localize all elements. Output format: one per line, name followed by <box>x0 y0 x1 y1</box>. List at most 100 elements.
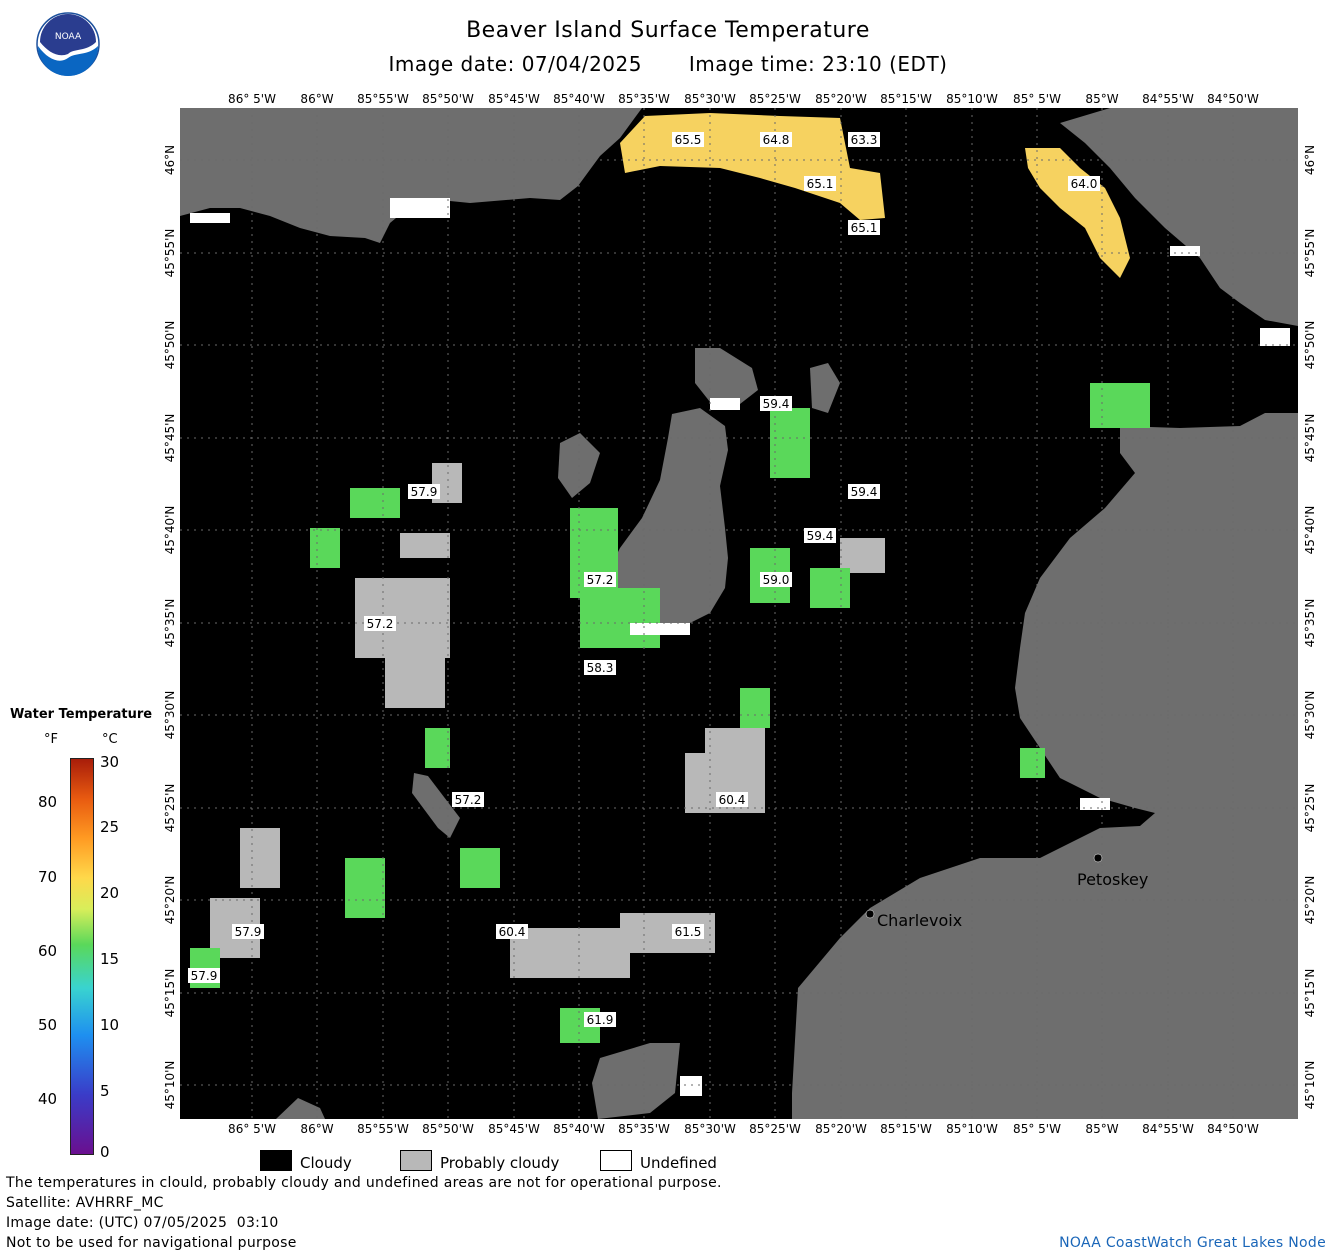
temperature-label: 65.1 <box>851 221 878 235</box>
colorbar-tick-f: 50 <box>38 1016 58 1034</box>
colorbar-tick-f: 70 <box>38 868 58 886</box>
longitude-label: 85°30'W <box>684 92 736 106</box>
latitude-label: 45°40'N <box>1303 505 1317 555</box>
latitude-label: 46°N <box>163 144 177 176</box>
longitude-label: 85°50'W <box>422 92 474 106</box>
longitude-label: 84°50'W <box>1207 92 1259 106</box>
longitude-label: 85°35'W <box>618 1122 670 1136</box>
key-label-probably-cloudy: Probably cloudy <box>440 1154 560 1172</box>
temperature-label: 61.9 <box>587 1013 614 1027</box>
longitude-label: 85°25'W <box>749 1122 801 1136</box>
latitude-label: 45°35'N <box>1303 598 1317 648</box>
temperature-label: 65.1 <box>807 177 834 191</box>
longitude-label: 85°10'W <box>946 1122 998 1136</box>
colorbar-tick-c: 0 <box>100 1143 110 1161</box>
latitude-label: 45°45'N <box>163 413 177 463</box>
temperature-label: 60.4 <box>719 793 746 807</box>
charlevoix-marker <box>865 909 875 919</box>
longitude-label: 85°W <box>1085 1122 1119 1136</box>
latitude-label: 45°35'N <box>163 598 177 648</box>
longitude-label: 85°45'W <box>488 92 540 106</box>
temperature-label: 59.4 <box>763 397 790 411</box>
colorbar-tick-c: 25 <box>100 818 120 836</box>
latitude-label: 45°15'N <box>163 968 177 1018</box>
longitude-label: 85°50'W <box>422 1122 474 1136</box>
key-swatch-undefined <box>600 1150 632 1171</box>
longitude-label: 85°10'W <box>946 92 998 106</box>
temperature-label: 57.9 <box>235 925 262 939</box>
longitude-label: 86°W <box>300 92 334 106</box>
latitude-label: 45°55'N <box>163 228 177 278</box>
longitude-label: 86°W <box>300 1122 334 1136</box>
temperature-label: 59.0 <box>763 573 790 587</box>
latitude-label: 45°50'N <box>1303 320 1317 370</box>
latitude-label: 45°25'N <box>163 783 177 833</box>
temperature-label: 57.2 <box>367 617 394 631</box>
longitude-label: 85°35'W <box>618 92 670 106</box>
noaa-logo-icon: NOAA <box>36 12 100 76</box>
longitude-labels-bottom: 86° 5'W 86°W 85°55'W 85°50'W 85°45'W 85°40'W 8… <box>180 1122 1298 1138</box>
latitude-label: 45°55'N <box>1303 228 1317 278</box>
temperature-label: 59.4 <box>851 485 878 499</box>
colorbar-tick-c: 15 <box>100 950 120 968</box>
longitude-label: 85°20'W <box>815 92 867 106</box>
page-title: Beaver Island Surface Temperature <box>466 18 870 43</box>
latitude-label: 45°30'N <box>1303 690 1317 740</box>
temperature-label: 64.0 <box>1071 177 1098 191</box>
colorbar-tick-f: 60 <box>38 942 58 960</box>
longitude-label: 85°40'W <box>553 1122 605 1136</box>
longitude-label: 85° 5'W <box>1013 92 1061 106</box>
city-petoskey: Petoskey <box>1077 870 1148 889</box>
temperature-label: 64.8 <box>763 133 790 147</box>
image-date: Image date: 07/04/2025 <box>388 52 642 76</box>
colorbar-tick-c: 5 <box>100 1082 110 1100</box>
longitude-label: 85°20'W <box>815 1122 867 1136</box>
longitude-label: 84°55'W <box>1142 92 1194 106</box>
colorbar-tick-f: 40 <box>38 1090 58 1108</box>
temperature-label: 57.2 <box>455 793 482 807</box>
longitude-label: 85°30'W <box>684 1122 736 1136</box>
longitude-label: 86° 5'W <box>228 1122 276 1136</box>
footer-credit: NOAA CoastWatch Great Lakes Node <box>1059 1235 1326 1251</box>
temperature-label: 60.4 <box>499 925 526 939</box>
longitude-label: 86° 5'W <box>228 92 276 106</box>
key-swatch-cloudy <box>260 1150 292 1171</box>
longitude-label: 85°15'W <box>880 1122 932 1136</box>
temperature-label: 61.5 <box>675 925 702 939</box>
longitude-labels-top: 86° 5'W 86°W 85°55'W 85°50'W 85°45'W 85°40'W 8… <box>180 92 1298 108</box>
latitude-label: 46°N <box>1303 144 1317 176</box>
latitude-label: 45°45'N <box>1303 413 1317 463</box>
key-label-undefined: Undefined <box>640 1154 717 1172</box>
latitude-labels-left: 46°N 45°55'N 45°50'N 45°45'N 45°40'N 45°35'N 4… <box>160 108 180 1119</box>
temperature-label: 59.4 <box>807 529 834 543</box>
legend-unit-f: °F <box>44 732 58 747</box>
longitude-label: 85°W <box>1085 92 1119 106</box>
latitude-label: 45°40'N <box>163 505 177 555</box>
temperature-label: 65.5 <box>675 133 702 147</box>
temperature-label: 57.2 <box>587 573 614 587</box>
temperature-label: 63.3 <box>851 133 878 147</box>
temperature-label: 57.9 <box>191 969 218 983</box>
svg-text:NOAA: NOAA <box>55 32 82 42</box>
page-subtitle: Image date: 07/04/2025 Image time: 23:10… <box>0 52 1336 76</box>
legend-unit-c: °C <box>102 732 118 747</box>
longitude-label: 85°40'W <box>553 92 605 106</box>
temperature-colorbar <box>70 758 94 1155</box>
temperature-label: 57.9 <box>411 485 438 499</box>
longitude-label: 85°55'W <box>357 1122 409 1136</box>
colorbar-tick-c: 20 <box>100 884 120 902</box>
footer-utc-date: Image date: (UTC) 07/05/2025 03:10 <box>6 1215 279 1231</box>
latitude-label: 45°10'N <box>163 1060 177 1110</box>
key-label-cloudy: Cloudy <box>300 1154 352 1172</box>
footer-disclaimer: The temperatures in clould, probably clo… <box>6 1175 722 1191</box>
colorbar-tick-c: 10 <box>100 1016 120 1034</box>
latitude-label: 45°20'N <box>1303 875 1317 925</box>
temperature-label: 58.3 <box>587 661 614 675</box>
latitude-label: 45°10'N <box>1303 1060 1317 1110</box>
longitude-label: 84°50'W <box>1207 1122 1259 1136</box>
longitude-label: 85°25'W <box>749 92 801 106</box>
image-time: Image time: 23:10 (EDT) <box>688 52 948 76</box>
longitude-label: 84°55'W <box>1142 1122 1194 1136</box>
colorbar-tick-c: 30 <box>100 753 120 771</box>
latitude-label: 45°50'N <box>163 320 177 370</box>
